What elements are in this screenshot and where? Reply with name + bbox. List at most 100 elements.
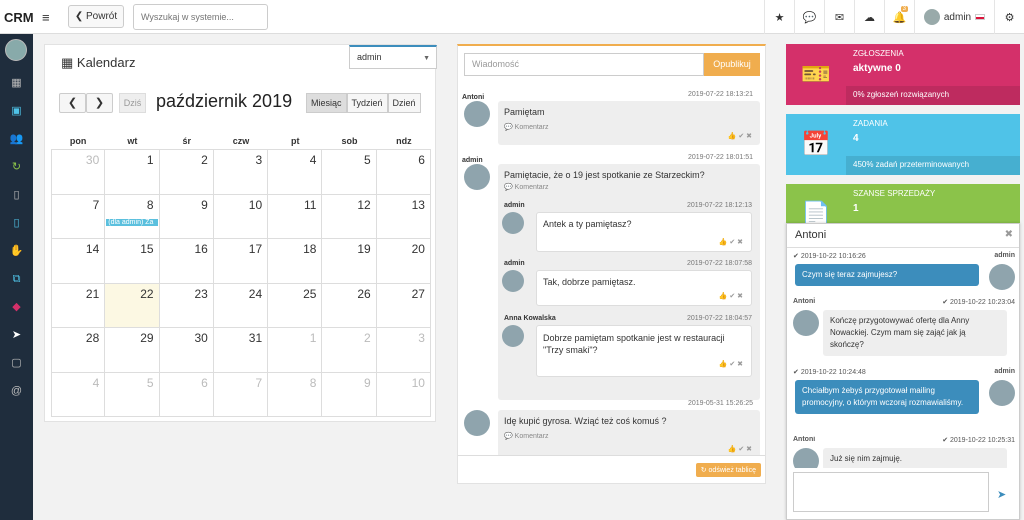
calendar-day[interactable]: 23 xyxy=(159,283,214,328)
calendar-day[interactable]: 13 xyxy=(376,194,431,239)
avatar xyxy=(989,380,1015,406)
brand-logo[interactable]: CRM xyxy=(4,10,34,25)
calendar-day[interactable]: 14 xyxy=(51,239,106,284)
reply-actions[interactable]: 👍 ✔ ✖ xyxy=(719,359,743,371)
calendar-day[interactable]: 4 xyxy=(51,372,106,417)
user-select[interactable]: admin ▼ xyxy=(349,45,437,69)
calendar-week: 4 5 6 7 8 9 10 xyxy=(51,372,431,417)
comment-link[interactable]: 💬 Komentarz xyxy=(504,123,754,131)
comment-icon: 💬 xyxy=(504,124,515,131)
calendar-day[interactable]: 18 xyxy=(268,239,323,284)
hand-icon[interactable]: ✋ xyxy=(0,237,33,265)
calendar-day[interactable]: 9 xyxy=(322,372,377,417)
at-icon[interactable]: @ xyxy=(0,377,33,405)
bell-icon[interactable]: 🔔 3 xyxy=(884,0,914,34)
stat-tickets[interactable]: 🎫 ZGŁOSZENIA aktywne 0 0% zgłoszeń rozwi… xyxy=(786,44,1020,105)
calendar-day[interactable]: 11 xyxy=(268,194,323,239)
send-icon[interactable]: ➤ xyxy=(997,488,1006,501)
note-icon[interactable]: ▢ xyxy=(0,349,33,377)
calendar-day[interactable]: 10 xyxy=(213,194,269,239)
search-input[interactable] xyxy=(133,4,268,30)
menu-toggle-icon[interactable]: ≡ xyxy=(42,10,50,25)
chat-bubbles-icon[interactable]: 💬 xyxy=(794,0,824,34)
calendar-day[interactable]: 9 xyxy=(159,194,214,239)
calendar-day[interactable]: 5 xyxy=(322,150,377,195)
post-actions[interactable]: 👍 ✔ ✖ xyxy=(728,132,752,140)
comment-link[interactable]: 💬 Komentarz xyxy=(504,432,754,440)
settings-icon[interactable]: ⚙ xyxy=(994,0,1024,34)
calendar-day[interactable]: 20 xyxy=(376,239,431,284)
calendar-day[interactable]: 30 xyxy=(51,150,106,195)
calendar-day[interactable]: 10 xyxy=(376,372,431,417)
calendar-day[interactable]: 1 xyxy=(105,150,160,195)
calendar-day[interactable]: 17 xyxy=(213,239,269,284)
paper-plane-icon[interactable]: ➤ xyxy=(0,321,33,349)
calendar-day[interactable]: 7 xyxy=(51,194,106,239)
calendar-day[interactable]: 6 xyxy=(159,372,214,417)
ticket-icon[interactable]: ◆ xyxy=(0,293,33,321)
chat-input[interactable] xyxy=(793,472,989,512)
post-author: Antoni xyxy=(462,94,485,101)
calendar-day[interactable]: 8 xyxy=(268,372,323,417)
comment-link[interactable]: 💬 Komentarz xyxy=(504,183,754,191)
calendar-day[interactable]: 3 xyxy=(376,328,431,373)
star-icon[interactable]: ★ xyxy=(764,0,794,34)
view-month-button[interactable]: Miesiąc xyxy=(306,93,347,113)
calendar-day[interactable]: 4 xyxy=(268,150,323,195)
post-body: Idę kupić gyrosa. Wziąć też coś komuś ? … xyxy=(498,410,760,458)
calendar-day[interactable]: 29 xyxy=(105,328,160,373)
publish-button[interactable]: Opublikuj xyxy=(704,53,760,76)
reply-date: 2019-07-22 18:07:58 xyxy=(687,260,752,267)
view-day-button[interactable]: Dzień xyxy=(387,93,421,113)
envelope-icon[interactable]: ✉ xyxy=(824,0,854,34)
reply-actions[interactable]: 👍 ✔ ✖ xyxy=(719,238,743,246)
calendar-event[interactable]: (dla admin) Za xyxy=(106,218,158,226)
view-week-button[interactable]: Tydzień xyxy=(346,93,388,113)
next-month-button[interactable]: ❯ xyxy=(86,93,113,113)
sidebar-avatar[interactable] xyxy=(5,39,27,61)
users-icon[interactable]: 👥 xyxy=(0,125,33,153)
stat-tasks[interactable]: 📅 ZADANIA 4 450% zadań przeterminowanych xyxy=(786,114,1020,175)
calendar-day[interactable]: 16 xyxy=(159,239,214,284)
prev-month-button[interactable]: ❮ xyxy=(59,93,86,113)
calendar-day[interactable]: 1 xyxy=(268,328,323,373)
calendar-day[interactable]: 26 xyxy=(322,283,377,328)
calendar-day[interactable]: 21 xyxy=(51,283,106,328)
calendar-day[interactable]: 2 xyxy=(322,328,377,373)
calendar-day[interactable]: 28 xyxy=(51,328,106,373)
calendar-day[interactable]: 19 xyxy=(322,239,377,284)
back-button[interactable]: ❮ Powrót xyxy=(68,5,124,28)
calendar-day[interactable]: 31 xyxy=(213,328,269,373)
message-input[interactable]: Wiadomość xyxy=(464,53,704,76)
day-number: 1 xyxy=(309,331,317,345)
close-icon[interactable]: ✖ xyxy=(1005,229,1013,240)
refresh-button[interactable]: ↻ odśwież tablicę xyxy=(695,463,761,477)
calendar-icon[interactable]: ▦ xyxy=(0,69,33,97)
chat-date-text: 2019-10-22 10:25:31 xyxy=(950,437,1015,444)
user-menu[interactable]: admin xyxy=(914,0,994,34)
calendar-day[interactable]: 25 xyxy=(268,283,323,328)
calendar-day[interactable]: 22 xyxy=(105,283,160,328)
reply-actions[interactable]: 👍 ✔ ✖ xyxy=(719,292,743,300)
calendar-check-icon[interactable]: ▣ xyxy=(0,97,33,125)
calendar-day[interactable]: 8 (dla admin) Za xyxy=(105,194,160,239)
refresh-icon[interactable]: ↻ xyxy=(0,153,33,181)
post-actions[interactable]: 👍 ✔ ✖ xyxy=(728,445,752,453)
calendar-day[interactable]: 27 xyxy=(376,283,431,328)
calendar-day[interactable]: 30 xyxy=(159,328,214,373)
calendar-day[interactable]: 2 xyxy=(159,150,214,195)
today-button[interactable]: Dziś xyxy=(119,93,146,113)
calendar-day[interactable]: 12 xyxy=(322,194,377,239)
calendar-day[interactable]: 3 xyxy=(213,150,269,195)
calendar-day[interactable]: 6 xyxy=(376,150,431,195)
calendar-day[interactable]: 15 xyxy=(105,239,160,284)
calendar-day[interactable]: 7 xyxy=(213,372,269,417)
day-number: 4 xyxy=(309,153,317,167)
calendar-day[interactable]: 24 xyxy=(213,283,269,328)
copy-icon[interactable]: ⧉ xyxy=(0,265,33,293)
file-icon[interactable]: ▯ xyxy=(0,181,33,209)
file-text-icon[interactable]: ▯ xyxy=(0,209,33,237)
cloud-icon[interactable]: ☁ xyxy=(854,0,884,34)
reply-text: Tak, dobrze pamiętasz. xyxy=(543,277,636,287)
calendar-day[interactable]: 5 xyxy=(105,372,160,417)
